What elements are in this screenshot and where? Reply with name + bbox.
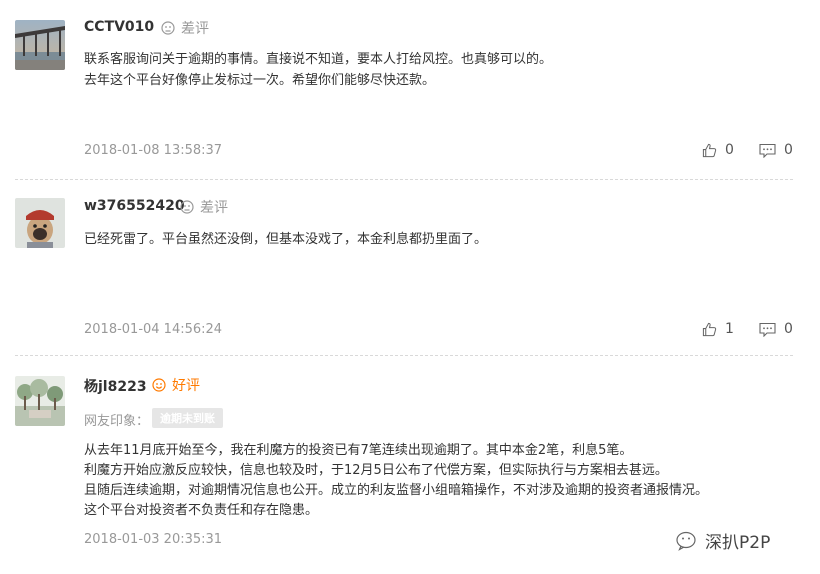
like-button[interactable]: 0 xyxy=(702,142,734,158)
review-text-line: 去年这个平台好像停止发标过一次。希望你们能够尽快还款。 xyxy=(84,73,436,88)
review-text-line: 已经死雷了。平台虽然还没倒，但基本没戏了，本金利息都扔里面了。 xyxy=(84,232,488,247)
divider xyxy=(15,179,793,180)
thumbs-up-icon xyxy=(702,143,717,157)
watermark-text: 深扒P2P xyxy=(705,533,771,553)
rating-label: 差评 xyxy=(200,200,228,216)
rating-badge: 差评 xyxy=(180,197,228,217)
avatar[interactable] xyxy=(15,376,65,426)
sad-face-icon xyxy=(180,200,194,214)
like-count: 1 xyxy=(725,321,734,337)
username[interactable]: CCTV010 xyxy=(84,19,154,35)
comment-button[interactable]: 0 xyxy=(759,321,793,337)
comment-count: 0 xyxy=(784,142,793,158)
review-text-line: 利魔方开始应激反应较快，信息也较及时，于12月5日公布了代偿方案，但实际执行与方… xyxy=(84,463,668,478)
divider xyxy=(15,355,793,356)
comment-count: 0 xyxy=(784,321,793,337)
smile-face-icon xyxy=(152,378,166,392)
rating-label: 好评 xyxy=(172,378,200,394)
rating-badge: 差评 xyxy=(161,18,209,38)
username[interactable]: w376552420 xyxy=(84,198,185,214)
review-item: CCTV010 差评 联系客服询问关于逾期的事情。直接说不知道，要本人打给风控。… xyxy=(0,0,820,180)
review-text-line: 且随后连续逾期，对逾期情况信息也公开。成立的利友监督小组暗箱操作，不对涉及逾期的… xyxy=(84,483,709,498)
rating-label: 差评 xyxy=(181,21,209,37)
thumbs-up-icon xyxy=(702,322,717,336)
impression-tag: 逾期未到账 xyxy=(152,408,223,428)
avatar[interactable] xyxy=(15,198,65,248)
watermark: 深扒P2P xyxy=(676,528,770,553)
timestamp: 2018-01-03 20:35:31 xyxy=(84,532,223,547)
wechat-icon xyxy=(676,531,696,551)
comment-button[interactable]: 0 xyxy=(759,142,793,158)
avatar[interactable] xyxy=(15,20,65,70)
like-button[interactable]: 1 xyxy=(702,321,734,337)
timestamp: 2018-01-08 13:58:37 xyxy=(84,143,223,158)
review-text-line: 从去年11月底开始至今，我在利魔方的投资已有7笔连续出现逾期了。其中本金2笔，利… xyxy=(84,443,633,458)
review-text-line: 这个平台对投资者不负责任和存在隐患。 xyxy=(84,503,319,518)
comment-icon xyxy=(759,143,776,158)
comment-icon xyxy=(759,322,776,337)
timestamp: 2018-01-04 14:56:24 xyxy=(84,322,223,337)
review-text-line: 联系客服询问关于逾期的事情。直接说不知道，要本人打给风控。也真够可以的。 xyxy=(84,52,553,67)
rating-badge: 好评 xyxy=(152,375,200,395)
username[interactable]: 杨jl8223 xyxy=(84,376,147,396)
impression-label: 网友印象： xyxy=(84,414,150,429)
like-count: 0 xyxy=(725,142,734,158)
sad-face-icon xyxy=(161,21,175,35)
